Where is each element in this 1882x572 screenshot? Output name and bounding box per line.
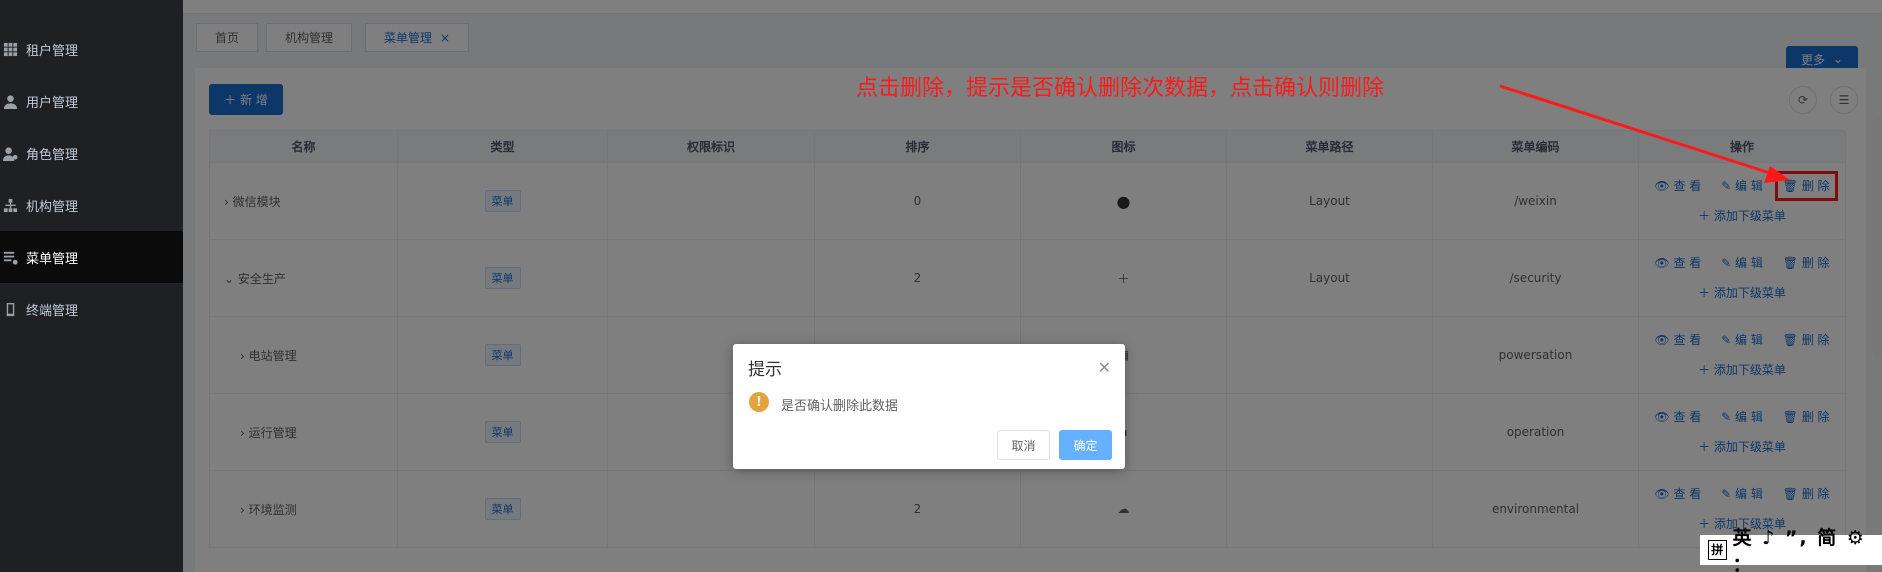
confirm-button[interactable]: 确定 <box>1059 430 1112 460</box>
cancel-button[interactable]: 取消 <box>997 430 1050 460</box>
warning-icon: ! <box>749 392 769 412</box>
close-icon[interactable]: ✕ <box>1098 358 1111 377</box>
sidebar-item-org[interactable]: 机构管理 <box>0 179 183 231</box>
sidebar-item-label: 租户管理 <box>26 43 79 59</box>
confirm-dialog: 提示 ✕ ! 是否确认删除此数据 取消 确定 <box>733 344 1125 469</box>
dialog-message: 是否确认删除此数据 <box>781 399 899 414</box>
scrollbar[interactable] <box>1874 118 1882 358</box>
org-tree-icon <box>2 197 18 213</box>
sidebar-item-terminal[interactable]: 终端管理 <box>0 283 183 335</box>
ime-toolbar[interactable]: 拼 英 ♪ ”, 简 ⚙ ： <box>1700 527 1882 572</box>
grid-icon <box>2 41 18 57</box>
sidebar: 租户管理 用户管理 角色管理 机构管理 菜单管理 终端管理 <box>0 0 183 572</box>
dialog-title: 提示 <box>748 360 782 380</box>
menu-list-icon <box>2 249 18 265</box>
sidebar-item-label: 用户管理 <box>26 95 79 111</box>
ime-status-text: 英 ♪ ”, 简 ⚙ ： <box>1732 527 1866 572</box>
sidebar-item-menu[interactable]: 菜单管理 <box>0 231 183 283</box>
app-root: 租户管理 用户管理 角色管理 机构管理 菜单管理 终端管理 首页 机构管理 菜单… <box>0 0 1882 572</box>
sidebar-item-user[interactable]: 用户管理 <box>0 75 183 127</box>
annotation-text: 点击删除，提示是否确认删除次数据，点击确认则删除 <box>856 76 1385 101</box>
user-icon <box>2 93 18 109</box>
sidebar-item-role[interactable]: 角色管理 <box>0 127 183 179</box>
ime-pinyin-box: 拼 <box>1708 540 1727 560</box>
sidebar-item-label: 角色管理 <box>26 147 79 163</box>
sidebar-item-tenant[interactable]: 租户管理 <box>0 23 183 75</box>
sidebar-item-label: 终端管理 <box>26 303 79 319</box>
device-icon <box>2 301 18 317</box>
role-icon <box>2 145 18 161</box>
sidebar-item-label: 菜单管理 <box>26 251 79 267</box>
sidebar-item-label: 机构管理 <box>26 199 79 215</box>
